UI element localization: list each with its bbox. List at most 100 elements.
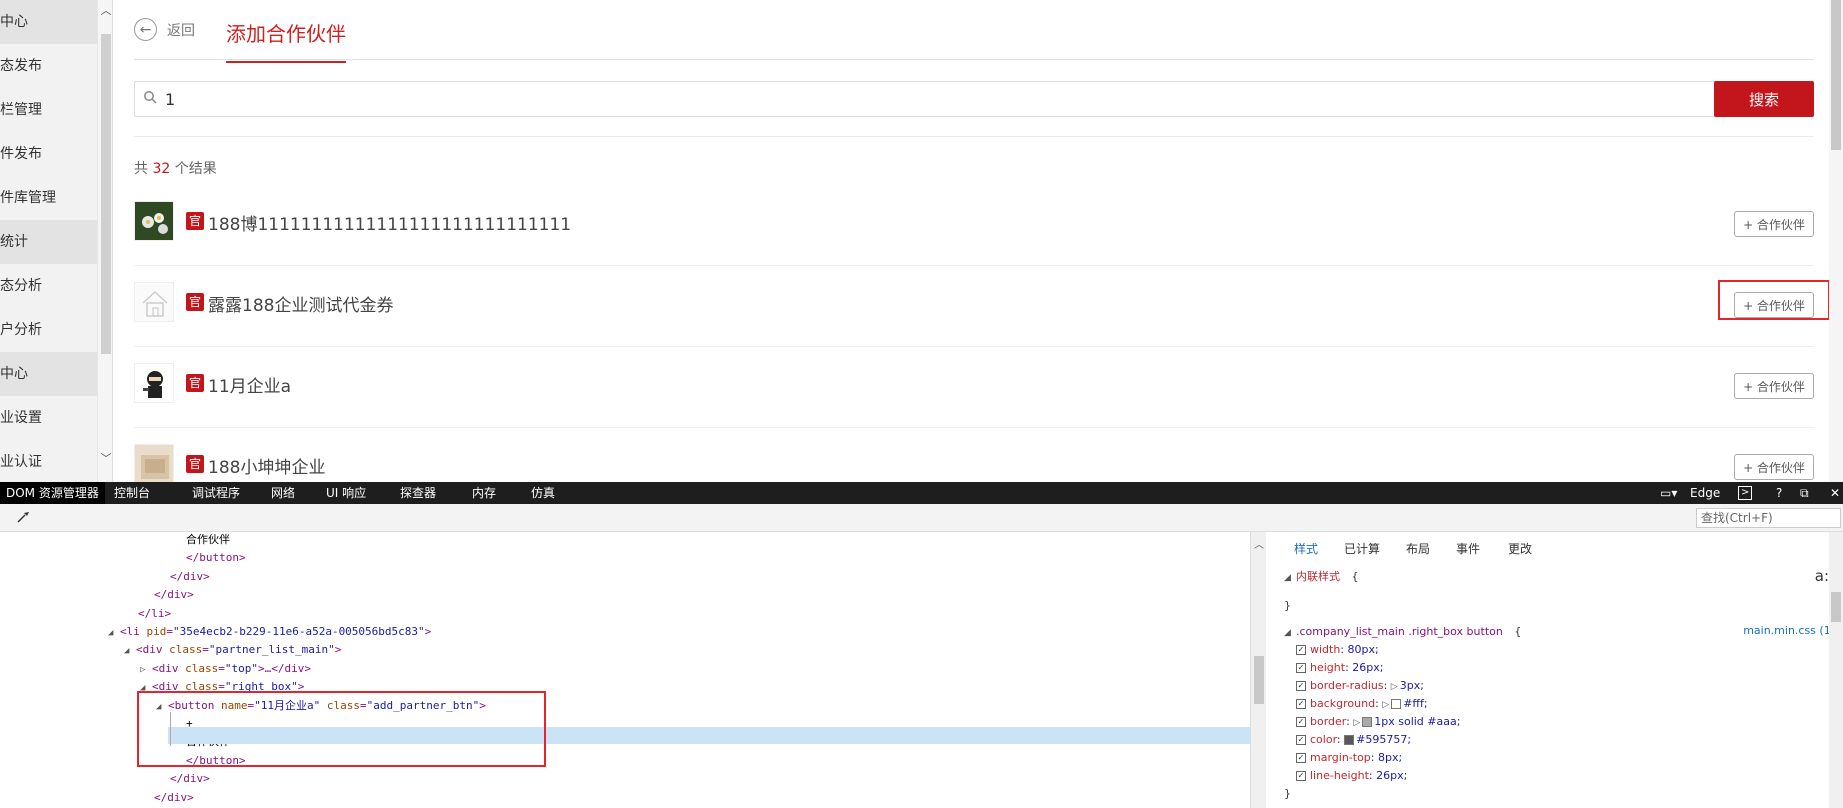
property-name[interactable]: border — [1310, 715, 1346, 728]
property-name[interactable]: width — [1310, 643, 1340, 656]
company-name[interactable]: 11月企业a — [208, 372, 291, 397]
back-link[interactable]: ← 返回 — [134, 18, 195, 41]
new-rule-icon[interactable]: a: — [1815, 568, 1829, 584]
company-name[interactable]: 露露188企业测试代金券 — [208, 291, 393, 316]
property-name[interactable]: color — [1310, 733, 1337, 746]
color-swatch[interactable] — [1344, 735, 1355, 745]
tab-memory[interactable]: 内存 — [466, 482, 502, 504]
back-label[interactable]: 返回 — [167, 20, 195, 40]
expand-icon[interactable]: ▷ — [1382, 700, 1389, 710]
property-checkbox[interactable]: ✓ — [1296, 681, 1306, 691]
property-value[interactable]: #fff; — [1403, 697, 1427, 710]
property-checkbox[interactable]: ✓ — [1296, 717, 1306, 727]
scroll-up-icon[interactable]: ︿ — [100, 4, 112, 18]
dom-scrollbar[interactable]: ︿ — [1250, 532, 1266, 808]
tab-profiler[interactable]: 探查器 — [394, 482, 442, 504]
company-name[interactable]: 188小坤坤企业 — [208, 453, 325, 478]
tab-changes[interactable]: 更改 — [1508, 540, 1532, 557]
style-property[interactable]: ✓ border-radius: ▷ 3px; — [1296, 678, 1424, 694]
expand-icon[interactable]: ◢ — [108, 625, 120, 641]
search-input[interactable] — [165, 86, 1665, 112]
close-icon[interactable]: ✕ — [1830, 482, 1840, 504]
dom-node-line[interactable]: </button> — [186, 550, 246, 566]
property-value[interactable]: #595757; — [1356, 733, 1411, 746]
property-name[interactable]: line-height — [1310, 769, 1369, 782]
page-scrollbar[interactable] — [1829, 0, 1843, 482]
search-button[interactable]: 搜索 — [1714, 81, 1814, 117]
dom-node-line[interactable]: </div> — [154, 790, 194, 806]
property-value[interactable]: 3px; — [1400, 679, 1424, 692]
dom-node-line[interactable]: </li> — [138, 606, 171, 622]
expand-icon[interactable]: ▷ — [1391, 682, 1398, 692]
property-name[interactable]: background — [1310, 697, 1375, 710]
company-name[interactable]: 188博11111111111111111111111111111 — [208, 210, 571, 235]
property-name[interactable]: margin-top — [1310, 751, 1371, 764]
sidebar-item[interactable]: 中心 — [0, 0, 97, 44]
expand-icon[interactable]: ▷ — [1353, 718, 1360, 728]
tab-emulation[interactable]: 仿真 — [525, 482, 561, 504]
sidebar-item[interactable]: 中心 — [0, 352, 97, 396]
styles-scrollbar[interactable] — [1829, 532, 1843, 808]
sidebar-item[interactable]: 户分析 — [0, 308, 97, 352]
style-property[interactable]: ✓ width: 80px; — [1296, 642, 1379, 658]
property-value[interactable]: 8px; — [1378, 751, 1402, 764]
property-value[interactable]: 26px; — [1376, 769, 1407, 782]
dom-node-line[interactable]: ▷ <div class="top">…</div> — [140, 661, 311, 677]
add-partner-button[interactable]: + 合作伙伴 — [1734, 373, 1814, 399]
tab-computed[interactable]: 已计算 — [1344, 540, 1380, 557]
property-name[interactable]: height — [1310, 661, 1345, 674]
element-picker-icon[interactable] — [16, 510, 30, 528]
property-value[interactable]: 26px; — [1352, 661, 1383, 674]
property-value[interactable]: 80px; — [1348, 643, 1379, 656]
tab-debugger[interactable]: 调试程序 — [186, 482, 246, 504]
sidebar-item[interactable]: 态分析 — [0, 264, 97, 308]
add-partner-button[interactable]: + 合作伙伴 — [1734, 454, 1814, 480]
style-property[interactable]: ✓ border: ▷ 1px solid #aaa; — [1296, 714, 1460, 730]
selector-text[interactable]: .company_list_main .right_box button — [1296, 625, 1503, 638]
undock-icon[interactable]: ⧉ — [1800, 482, 1809, 504]
tab-ui-responsiveness[interactable]: UI 响应 — [320, 482, 372, 504]
sidebar-item[interactable]: 态发布 — [0, 44, 97, 88]
color-swatch[interactable] — [1391, 699, 1402, 709]
dom-node-line[interactable]: 合作伙伴 — [186, 532, 230, 548]
dom-node-line[interactable]: ◢ <div class="partner_list_main"> — [124, 642, 341, 658]
sidebar-scrollbar[interactable]: ︿ ﹀ — [97, 0, 112, 482]
style-property[interactable]: ✓ line-height: 26px; — [1296, 768, 1407, 784]
style-property[interactable]: ✓ margin-top: 8px; — [1296, 750, 1402, 766]
style-property[interactable]: ✓ background: ▷ #fff; — [1296, 696, 1428, 712]
stylesheet-link[interactable]: main.min.css (1) — [1743, 624, 1835, 637]
dom-node-line[interactable]: </div> — [170, 771, 210, 787]
color-swatch[interactable] — [1362, 717, 1373, 727]
scroll-down-icon[interactable]: ﹀ — [100, 452, 112, 466]
sidebar-item[interactable]: 栏管理 — [0, 88, 97, 132]
expand-icon[interactable]: ◢ — [1284, 570, 1296, 586]
expand-icon[interactable]: ▷ — [140, 662, 152, 678]
expand-icon[interactable]: ◢ — [1284, 625, 1296, 641]
style-property[interactable]: ✓ height: 26px; — [1296, 660, 1383, 676]
property-checkbox[interactable]: ✓ — [1296, 645, 1306, 655]
sidebar-item[interactable]: 业设置 — [0, 396, 97, 440]
browser-mode[interactable]: Edge — [1690, 482, 1720, 504]
sidebar-item[interactable]: 件库管理 — [0, 176, 97, 220]
sidebar-scroll-thumb[interactable] — [101, 34, 111, 354]
help-icon[interactable]: ? — [1776, 482, 1782, 504]
property-checkbox[interactable]: ✓ — [1296, 663, 1306, 673]
find-input[interactable]: 查找(Ctrl+F) — [1696, 508, 1841, 528]
expand-icon[interactable]: ◢ — [124, 643, 136, 659]
property-name[interactable]: border-radius — [1310, 679, 1384, 692]
dom-node-line[interactable]: ◢ <li pid="35e4ecb2-b229-11e6-a52a-005056… — [108, 624, 431, 640]
tab-events[interactable]: 事件 — [1456, 540, 1480, 557]
back-arrow-icon[interactable]: ← — [134, 18, 157, 41]
sidebar-item[interactable]: 统计 — [0, 220, 97, 264]
console-icon[interactable]: > — [1738, 486, 1753, 500]
style-property[interactable]: ✓ color: #595757; — [1296, 732, 1411, 748]
tab-layout[interactable]: 布局 — [1406, 540, 1430, 557]
scroll-up-icon[interactable]: ︿ — [1254, 536, 1264, 551]
device-icon[interactable]: ▭▾ — [1660, 482, 1677, 504]
dom-scroll-thumb[interactable] — [1254, 656, 1264, 704]
add-partner-button[interactable]: + 合作伙伴 — [1734, 211, 1814, 237]
property-checkbox[interactable]: ✓ — [1296, 771, 1306, 781]
dom-node-line[interactable]: </div> — [170, 569, 210, 585]
page-scroll-thumb[interactable] — [1831, 0, 1841, 150]
tab-network[interactable]: 网络 — [265, 482, 301, 504]
